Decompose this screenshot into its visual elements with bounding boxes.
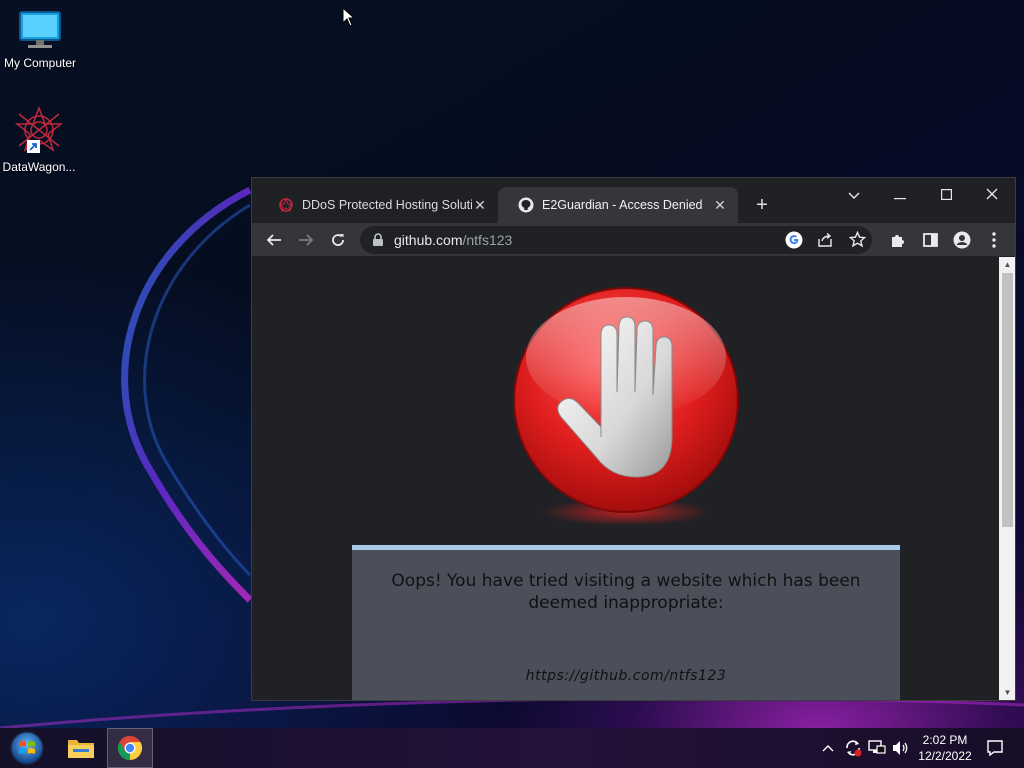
- arrow-left-icon: [266, 234, 281, 246]
- notifications-icon[interactable]: [985, 738, 1005, 758]
- lock-icon: [373, 233, 383, 246]
- github-favicon: [518, 197, 534, 213]
- forward-button[interactable]: [293, 227, 319, 253]
- tab-title: E2Guardian - Access Denied: [542, 198, 703, 212]
- scroll-up-arrow-icon[interactable]: ▲: [999, 257, 1015, 273]
- taskbar-file-explorer[interactable]: [58, 728, 104, 768]
- taskbar-clock[interactable]: 2:02 PM 12/2/2022: [912, 732, 978, 764]
- browser-toolbar: github.com/ntfs123: [252, 223, 1015, 256]
- maximize-window-icon[interactable]: [924, 182, 968, 210]
- desktop-icon-label: My Computer: [3, 56, 77, 70]
- show-hidden-icons-chevron-up-icon[interactable]: [818, 738, 838, 758]
- desktop-icon-datawagon[interactable]: DataWagon...: [0, 105, 79, 174]
- kebab-menu-icon: [992, 232, 996, 248]
- start-button[interactable]: [4, 728, 50, 768]
- datawagon-favicon: [278, 197, 294, 213]
- folder-icon: [68, 740, 94, 758]
- page-scrollbar[interactable]: ▲ ▼: [999, 257, 1015, 700]
- tab-e2guardian-access-denied[interactable]: E2Guardian - Access Denied ✕: [498, 187, 738, 223]
- windows-start-orb-icon: [10, 731, 44, 765]
- page-content: Oops! You have tried visiting a website …: [252, 257, 999, 700]
- reload-button[interactable]: [325, 227, 351, 253]
- bookmark-star-icon[interactable]: [849, 231, 866, 248]
- chrome-menu-button[interactable]: [981, 227, 1007, 253]
- monitor-icon: [19, 11, 61, 48]
- access-denied-message-box: Oops! You have tried visiting a website …: [352, 545, 900, 700]
- puzzle-piece-icon: [892, 235, 904, 247]
- sync-status-icon[interactable]: [843, 738, 863, 758]
- arrow-right-icon: [299, 234, 314, 246]
- scroll-down-arrow-icon[interactable]: ▼: [999, 685, 1015, 700]
- clock-date: 12/2/2022: [918, 749, 972, 763]
- taskbar-google-chrome[interactable]: [107, 728, 153, 768]
- scrollbar-thumb[interactable]: [1002, 273, 1013, 527]
- chrome-logo-icon: [117, 736, 143, 760]
- taskbar: 2:02 PM 12/2/2022: [0, 728, 1024, 768]
- tab-search-chevron-down-icon[interactable]: [832, 182, 876, 210]
- blocked-url: https://github.com/ntfs123: [525, 668, 727, 684]
- side-panel-icon: [922, 233, 938, 247]
- access-denied-message: Oops! You have tried visiting a website …: [391, 571, 861, 613]
- profile-avatar-icon: [953, 231, 971, 249]
- url-path: /ntfs123: [462, 232, 513, 248]
- address-url: github.com/ntfs123: [394, 232, 512, 248]
- stop-hand-icon: [513, 287, 739, 526]
- back-button[interactable]: [261, 227, 287, 253]
- tab-strip: DDoS Protected Hosting Solution ✕ E2Guar…: [252, 178, 1015, 223]
- datawagon-shortcut-icon: [14, 105, 64, 153]
- tab-ddos-protected-hosting[interactable]: DDoS Protected Hosting Solution ✕: [258, 187, 498, 223]
- side-panel-button[interactable]: [917, 227, 943, 253]
- clock-time: 2:02 PM: [922, 733, 968, 747]
- close-tab-icon[interactable]: ✕: [712, 197, 728, 214]
- minimize-window-icon[interactable]: [878, 182, 922, 210]
- mouse-pointer-icon: [342, 7, 356, 27]
- desktop-icon-my-computer[interactable]: My Computer: [0, 10, 80, 70]
- reload-icon: [332, 234, 344, 246]
- close-window-icon[interactable]: [970, 182, 1014, 210]
- share-icon[interactable]: [817, 232, 833, 248]
- new-tab-button[interactable]: +: [748, 192, 776, 218]
- network-icon[interactable]: [867, 738, 887, 758]
- profile-button[interactable]: [949, 227, 975, 253]
- google-lens-icon[interactable]: [785, 231, 803, 249]
- close-tab-icon[interactable]: ✕: [472, 197, 488, 214]
- volume-icon[interactable]: [891, 738, 911, 758]
- desktop-icon-label: DataWagon...: [2, 160, 76, 174]
- tab-title: DDoS Protected Hosting Solution: [302, 198, 472, 212]
- chrome-window: DDoS Protected Hosting Solution ✕ E2Guar…: [251, 177, 1016, 701]
- address-bar[interactable]: github.com/ntfs123: [360, 226, 872, 254]
- url-host: github.com: [394, 232, 463, 248]
- extensions-button[interactable]: [885, 227, 911, 253]
